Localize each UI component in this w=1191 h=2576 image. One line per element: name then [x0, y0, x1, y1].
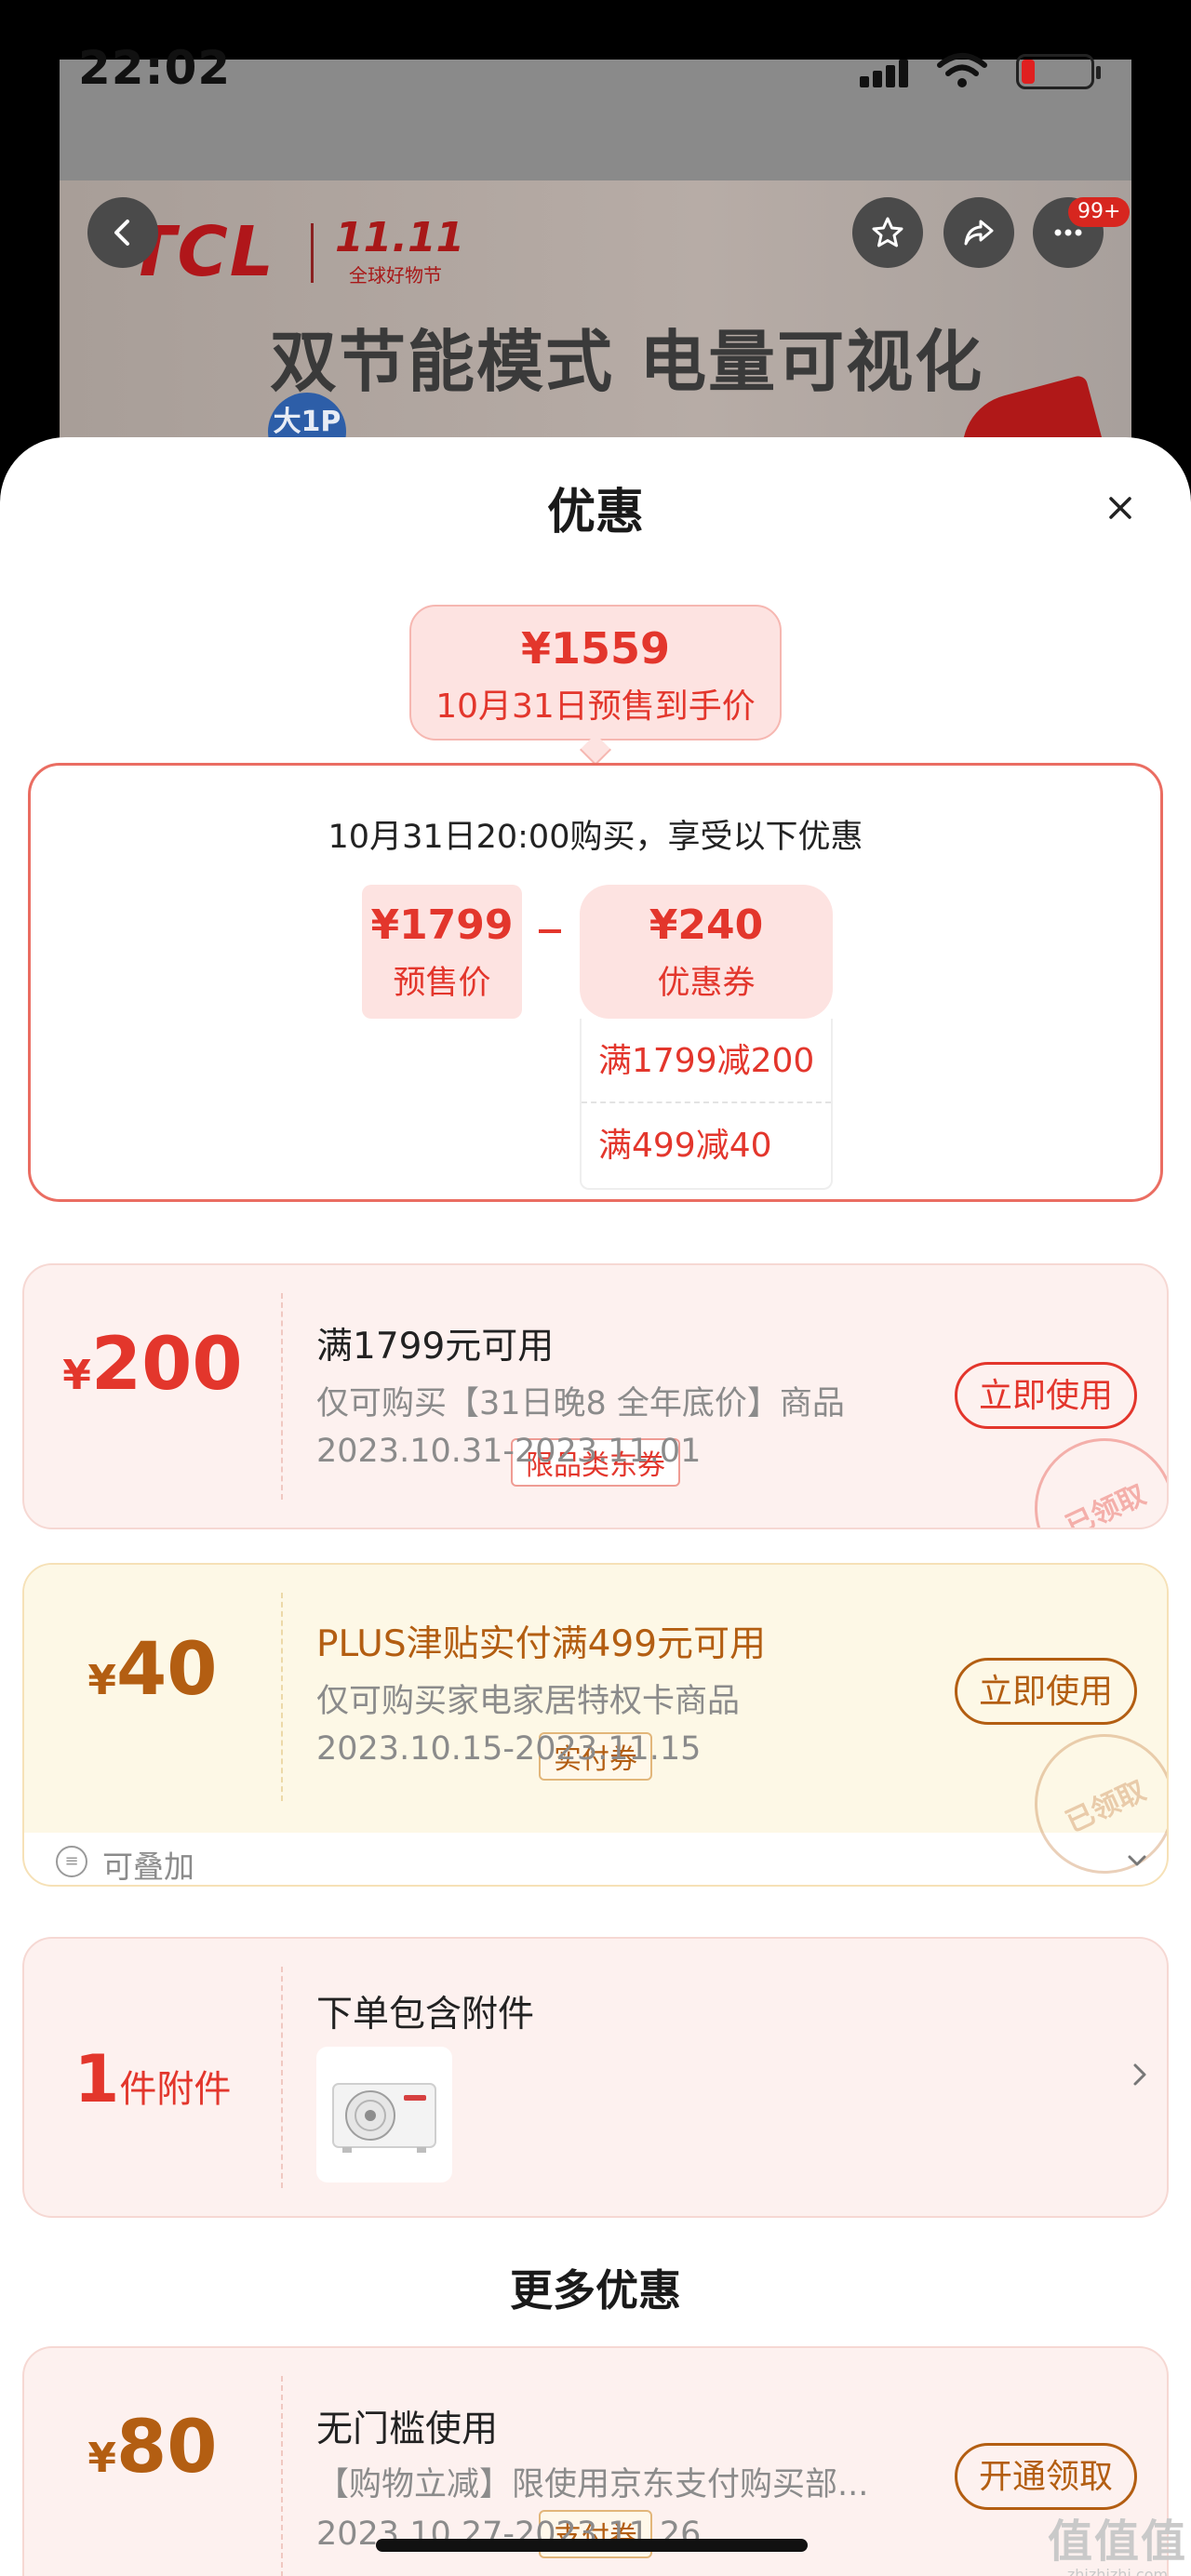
- coupon-scope: 仅可购买【31日晚8 全年底价】商品: [316, 1385, 845, 1422]
- watermark: 值值值 zhizhizhi.com: [1048, 2504, 1187, 2576]
- sheet-title: 优惠: [546, 485, 644, 541]
- coupon-divider: [281, 2376, 283, 2576]
- status-time: 22:02: [78, 41, 232, 95]
- coupon-condition: 无门槛使用: [316, 2409, 499, 2450]
- chevron-left-icon: [114, 220, 129, 246]
- coupon-breakdown-list: 满1799减200 满499减40: [580, 1019, 833, 1190]
- currency-symbol: ¥: [87, 2435, 117, 2482]
- phone-screen: 22:02 TCL 11.11 全球好物节 双节能模式 电量可视化 大1P 99…: [0, 0, 1191, 2576]
- coupon-breakdown-item: 满1799减200: [582, 1019, 831, 1103]
- banner-slogan: 双节能模式 电量可视化: [270, 323, 984, 401]
- more-discounts-title: 更多优惠: [510, 2265, 681, 2316]
- coupon-total-card: ¥240 优惠券: [580, 885, 833, 1019]
- outdoor-unit-thumbnail: [316, 2047, 452, 2182]
- final-price-bubble: ¥1559 10月31日预售到手价: [409, 605, 782, 741]
- coupon-value: 200: [90, 1323, 243, 1407]
- coupon-condition: PLUS津贴实付满499元可用: [316, 1623, 767, 1665]
- coupon-card: ¥40 实付券 PLUS津贴实付满499元可用 仅可购买家电家居特权卡商品 20…: [22, 1563, 1169, 1887]
- coupon-card: ¥200 限品类东券 满1799元可用 仅可购买【31日晚8 全年底价】商品 2…: [22, 1263, 1169, 1529]
- share-icon: [964, 220, 994, 246]
- coupon-amount: ¥80: [24, 2406, 281, 2489]
- signal-icon: [860, 58, 919, 87]
- message-count-badge: 99+: [1068, 197, 1131, 227]
- coupon-scope: 仅可购买家电家居特权卡商品: [316, 1683, 741, 1720]
- presale-price-card: ¥1799 预售价: [362, 885, 522, 1019]
- close-icon[interactable]: [1098, 486, 1143, 530]
- battery-icon: [1016, 54, 1101, 89]
- coupon-amount: ¥40: [24, 1628, 281, 1712]
- event-logo: 11.11 全球好物节: [335, 214, 465, 287]
- presale-price-label: 预售价: [393, 965, 491, 1002]
- watermark-logo: 值值值: [1048, 2516, 1188, 2568]
- minus-sign: [539, 929, 561, 933]
- coupon-period: 2023.10.31-2023.11.01: [316, 1433, 702, 1470]
- coupon-divider: [281, 1593, 283, 1801]
- attachment-count-unit: 件附件: [119, 2068, 232, 2111]
- coupon-total-label: 优惠券: [657, 965, 756, 1002]
- coupon-scope: 【购物立减】限使用京东支付购买部...: [316, 2466, 869, 2503]
- currency-symbol: ¥: [87, 1657, 117, 1704]
- presale-price: ¥1799: [370, 901, 514, 949]
- attachment-count-number: 1: [74, 2041, 120, 2117]
- use-now-button[interactable]: 立即使用: [955, 1362, 1137, 1429]
- chevron-right-icon: [1133, 2063, 1146, 2086]
- coupon-divider: [281, 1967, 283, 2188]
- claimed-stamp: 已领取: [1011, 1415, 1167, 1529]
- coupon-value: 40: [116, 1628, 218, 1712]
- star-icon: [872, 217, 903, 247]
- coupon-value: 80: [116, 2406, 218, 2489]
- stack-icon: ≡: [56, 1846, 87, 1877]
- stackable-row[interactable]: ≡ 可叠加: [24, 1835, 1167, 1885]
- event-logo-text: 全球好物节: [349, 264, 442, 287]
- chevron-down-icon: [1128, 1855, 1146, 1866]
- coupon-divider: [281, 1293, 283, 1500]
- back-button[interactable]: [87, 197, 158, 268]
- watermark-url: zhizhizhi.com: [1066, 2566, 1169, 2576]
- share-button[interactable]: [943, 197, 1014, 268]
- coupon-amount: ¥200: [24, 1323, 281, 1407]
- air-conditioner-outdoor-unit-icon: [332, 2083, 436, 2153]
- home-indicator[interactable]: [376, 2539, 808, 2552]
- event-logo-number: 11.11: [335, 214, 465, 261]
- use-now-button[interactable]: 立即使用: [955, 1658, 1137, 1725]
- coupon-total: ¥240: [649, 901, 764, 949]
- price-breakdown-box: 10月31日20:00购买，享受以下优惠 ¥1799 预售价 ¥240 优惠券 …: [28, 763, 1163, 1202]
- wifi-icon: [937, 53, 987, 87]
- final-price: ¥1559: [520, 623, 671, 674]
- currency-symbol: ¥: [62, 1352, 91, 1399]
- attachment-card[interactable]: 1件附件 下单包含附件: [22, 1937, 1169, 2218]
- claimed-stamp-text: 已领取: [1061, 1478, 1151, 1529]
- coupon-period: 2023.10.15-2023.11.15: [316, 1730, 702, 1768]
- attachment-count: 1件附件: [24, 2041, 281, 2117]
- final-price-label: 10月31日预售到手价: [435, 687, 756, 726]
- stackable-label: 可叠加: [102, 1849, 194, 1885]
- coupon-condition: 满1799元可用: [316, 1326, 555, 1368]
- discount-sheet: 优惠 ¥1559 10月31日预售到手价 10月31日20:00购买，享受以下优…: [0, 437, 1191, 2576]
- breakdown-headline: 10月31日20:00购买，享受以下优惠: [328, 819, 863, 856]
- open-and-claim-button[interactable]: 开通领取: [955, 2443, 1137, 2510]
- brand-divider: [311, 223, 314, 283]
- coupon-breakdown-item: 满499减40: [598, 1127, 772, 1165]
- favorite-button[interactable]: [852, 197, 923, 268]
- attachment-title: 下单包含附件: [316, 1994, 535, 2035]
